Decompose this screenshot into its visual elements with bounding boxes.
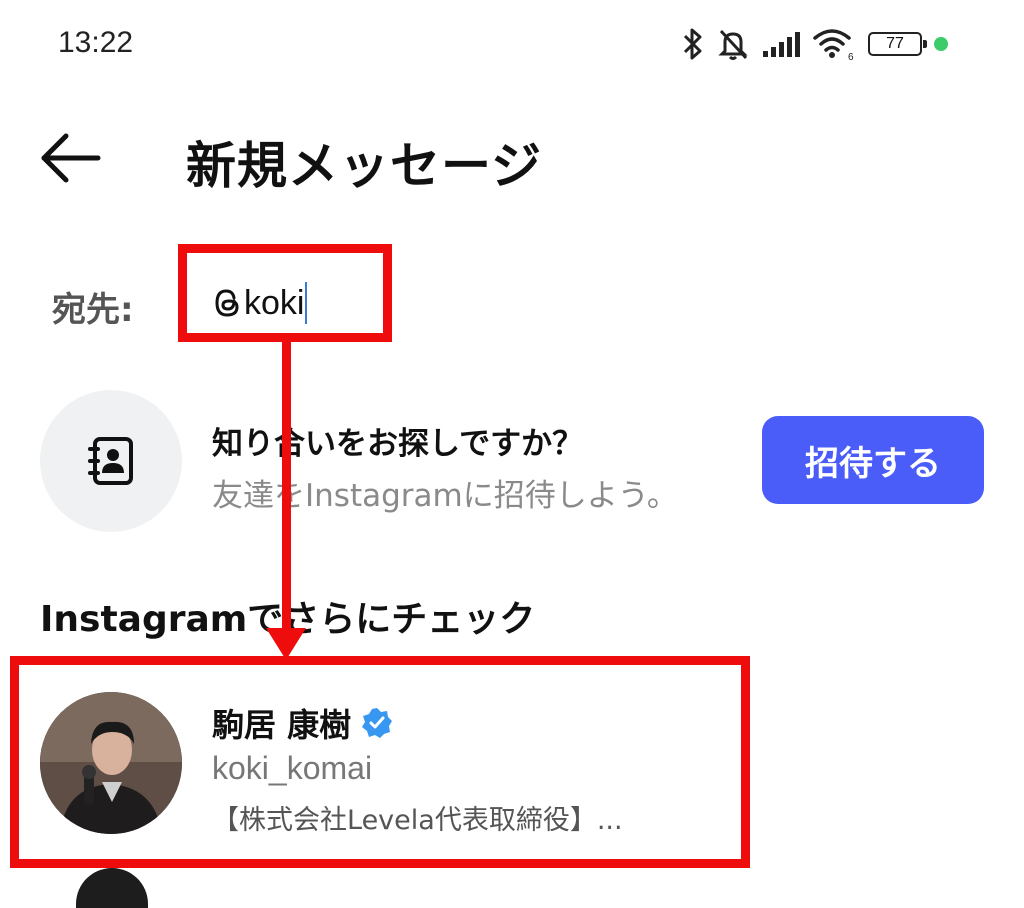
bell-muted-icon [718,29,748,60]
battery-icon: 77 [868,32,927,56]
wifi-icon: 6 [813,29,854,61]
highlight-result-box [10,656,750,868]
svg-text:6: 6 [848,52,854,61]
bluetooth-icon [683,28,702,60]
status-icons: 6 77 [682,24,948,64]
back-button[interactable] [38,128,106,188]
status-time: 13:22 [58,26,134,59]
battery-level: 77 [886,35,904,52]
page-title: 新規メッセージ [186,137,542,195]
suggestion-title: 知り合いをお探しですか？ [212,426,584,462]
contacts-avatar [40,390,182,532]
highlight-recipient-box [178,244,392,342]
arrow-left-icon [41,133,101,183]
recipient-label: 宛先: [52,290,134,330]
contacts-book-icon [88,437,133,485]
signal-icon [763,32,800,57]
invite-button[interactable]: 招待する [762,416,984,504]
dot-indicator-icon [934,37,948,51]
next-result-avatar[interactable] [76,868,148,908]
annotation-arrow-shaft [282,340,291,632]
